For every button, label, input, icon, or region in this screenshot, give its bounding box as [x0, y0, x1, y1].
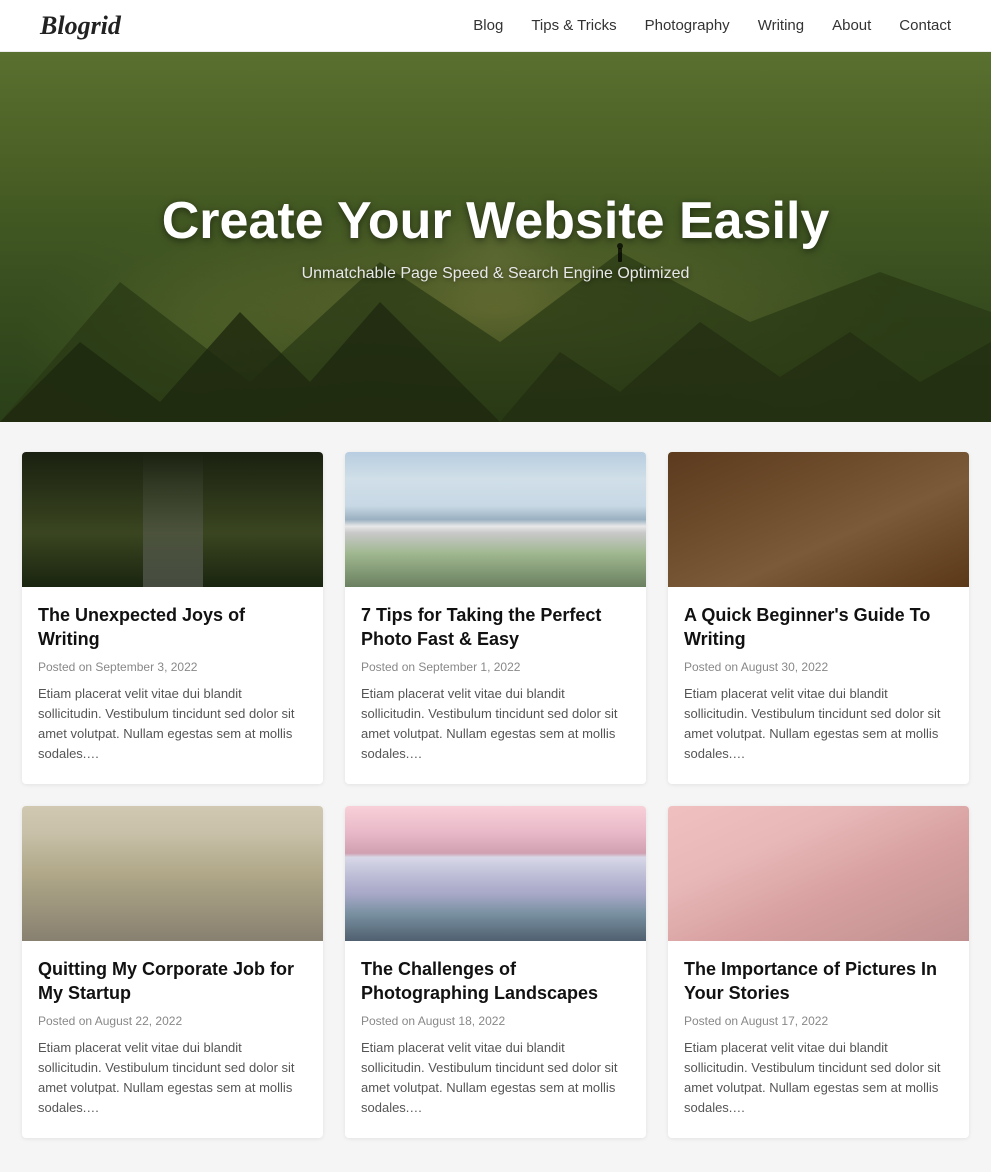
card-title: The Unexpected Joys of Writing: [38, 603, 307, 652]
main-nav: Blog Tips & Tricks Photography Writing A…: [473, 17, 951, 34]
hero-subtitle: Unmatchable Page Speed & Search Engine O…: [162, 265, 830, 283]
card-date: Posted on August 18, 2022: [361, 1014, 630, 1028]
nav-photography[interactable]: Photography: [645, 17, 730, 34]
nav-tips[interactable]: Tips & Tricks: [531, 17, 616, 34]
card-date: Posted on August 17, 2022: [684, 1014, 953, 1028]
blog-grid: The Unexpected Joys of Writing Posted on…: [0, 422, 991, 1168]
card-thumbnail: [345, 452, 646, 587]
card-date: Posted on September 3, 2022: [38, 660, 307, 674]
nav-writing[interactable]: Writing: [758, 17, 804, 34]
site-logo: Blogrid: [40, 11, 121, 41]
site-header: Blogrid Blog Tips & Tricks Photography W…: [0, 0, 991, 52]
card-date: Posted on September 1, 2022: [361, 660, 630, 674]
blog-card[interactable]: 7 Tips for Taking the Perfect Photo Fast…: [345, 452, 646, 784]
nav-about[interactable]: About: [832, 17, 871, 34]
card-excerpt: Etiam placerat velit vitae dui blandit s…: [361, 684, 630, 765]
card-image: [668, 806, 969, 941]
card-title: The Challenges of Photographing Landscap…: [361, 957, 630, 1006]
card-image: [22, 452, 323, 587]
card-image: [345, 806, 646, 941]
blog-card[interactable]: The Challenges of Photographing Landscap…: [345, 806, 646, 1138]
card-thumbnail: [345, 806, 646, 941]
card-excerpt: Etiam placerat velit vitae dui blandit s…: [684, 684, 953, 765]
card-title: Quitting My Corporate Job for My Startup: [38, 957, 307, 1006]
card-image: [345, 452, 646, 587]
hero-section: Create Your Website Easily Unmatchable P…: [0, 52, 991, 422]
card-body: A Quick Beginner's Guide To Writing Post…: [668, 587, 969, 784]
card-excerpt: Etiam placerat velit vitae dui blandit s…: [361, 1038, 630, 1119]
nav-blog[interactable]: Blog: [473, 17, 503, 34]
card-excerpt: Etiam placerat velit vitae dui blandit s…: [684, 1038, 953, 1119]
card-image: [668, 452, 969, 587]
card-body: Quitting My Corporate Job for My Startup…: [22, 941, 323, 1138]
card-thumbnail: [22, 806, 323, 941]
nav-contact[interactable]: Contact: [899, 17, 951, 34]
card-thumbnail: [668, 452, 969, 587]
card-body: The Challenges of Photographing Landscap…: [345, 941, 646, 1138]
card-body: 7 Tips for Taking the Perfect Photo Fast…: [345, 587, 646, 784]
card-excerpt: Etiam placerat velit vitae dui blandit s…: [38, 1038, 307, 1119]
card-date: Posted on August 22, 2022: [38, 1014, 307, 1028]
hero-content: Create Your Website Easily Unmatchable P…: [162, 191, 830, 283]
card-excerpt: Etiam placerat velit vitae dui blandit s…: [38, 684, 307, 765]
card-image: [22, 806, 323, 941]
blog-card[interactable]: The Unexpected Joys of Writing Posted on…: [22, 452, 323, 784]
card-title: A Quick Beginner's Guide To Writing: [684, 603, 953, 652]
card-date: Posted on August 30, 2022: [684, 660, 953, 674]
hero-title: Create Your Website Easily: [162, 191, 830, 251]
card-thumbnail: [22, 452, 323, 587]
card-title: 7 Tips for Taking the Perfect Photo Fast…: [361, 603, 630, 652]
card-body: The Unexpected Joys of Writing Posted on…: [22, 587, 323, 784]
blog-card[interactable]: The Importance of Pictures In Your Stori…: [668, 806, 969, 1138]
card-title: The Importance of Pictures In Your Stori…: [684, 957, 953, 1006]
card-body: The Importance of Pictures In Your Stori…: [668, 941, 969, 1138]
blog-card[interactable]: Quitting My Corporate Job for My Startup…: [22, 806, 323, 1138]
blog-grid-section: The Unexpected Joys of Writing Posted on…: [0, 422, 991, 1168]
card-thumbnail: [668, 806, 969, 941]
blog-card[interactable]: A Quick Beginner's Guide To Writing Post…: [668, 452, 969, 784]
